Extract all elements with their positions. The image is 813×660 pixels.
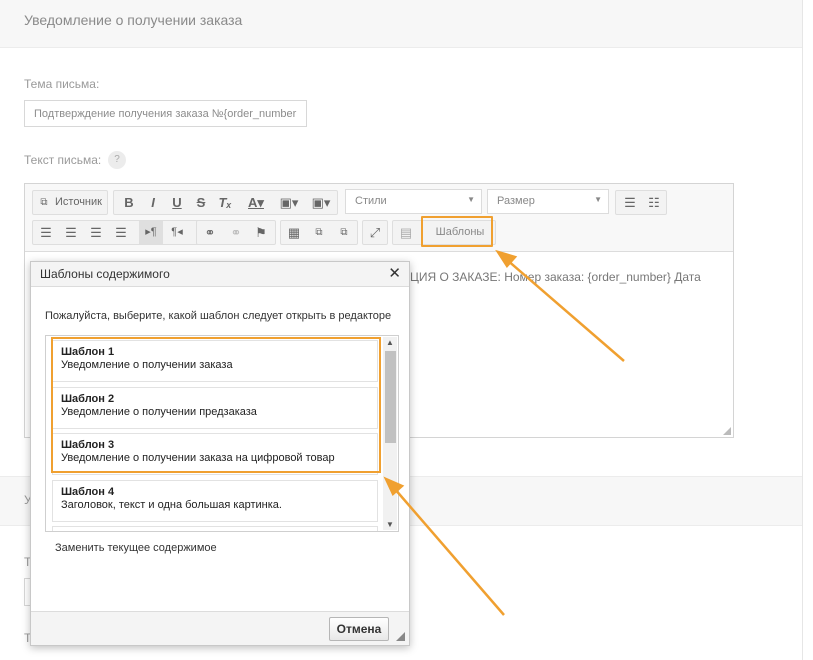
annotation-arrow-to-templates [505,258,625,362]
annotation-arrows [383,249,625,616]
arrowhead-icon [383,476,405,497]
annotation-arrow-group [383,249,625,616]
annotation-arrow-to-list [393,487,505,616]
